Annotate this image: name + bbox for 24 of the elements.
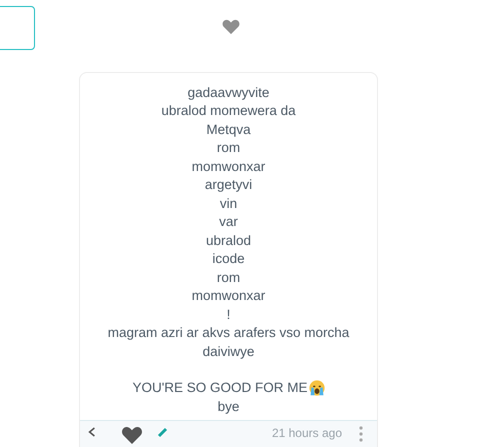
post-text-line: bye	[218, 398, 240, 414]
post-text-line: daiviwye	[202, 344, 254, 359]
heart-icon[interactable]	[121, 426, 143, 444]
pencil-icon[interactable]	[157, 426, 169, 438]
post-text-line: rom	[216, 140, 240, 156]
post-text-line: momwonxar	[192, 288, 266, 304]
post-text-line: Metqva	[206, 122, 251, 137]
more-icon[interactable]	[359, 426, 363, 442]
post-text-line: YOU'RE SO GOOD FOR ME	[132, 380, 308, 396]
post-text-line: vin	[220, 196, 238, 211]
post-text-line: var	[219, 214, 238, 230]
post-text-line: magram azri ar akvs arafers vso morcha	[108, 325, 350, 340]
post-text-line: icode	[212, 251, 245, 266]
post-text-line: gadaavwyvite	[188, 84, 270, 100]
post-text-line: ubralod momewera da	[161, 103, 296, 118]
post-text-line: ubralod	[206, 232, 252, 248]
post-text-line: rom	[216, 270, 240, 285]
crying-face-icon	[308, 380, 325, 396]
heart-icon[interactable]	[222, 19, 240, 35]
post-text-line: argetyvi	[204, 177, 252, 192]
post-text-line: momwonxar	[192, 158, 266, 174]
post-time: 21 hours ago	[272, 426, 342, 440]
outlined-box[interactable]	[0, 6, 35, 50]
post-text-line: !	[226, 306, 230, 322]
